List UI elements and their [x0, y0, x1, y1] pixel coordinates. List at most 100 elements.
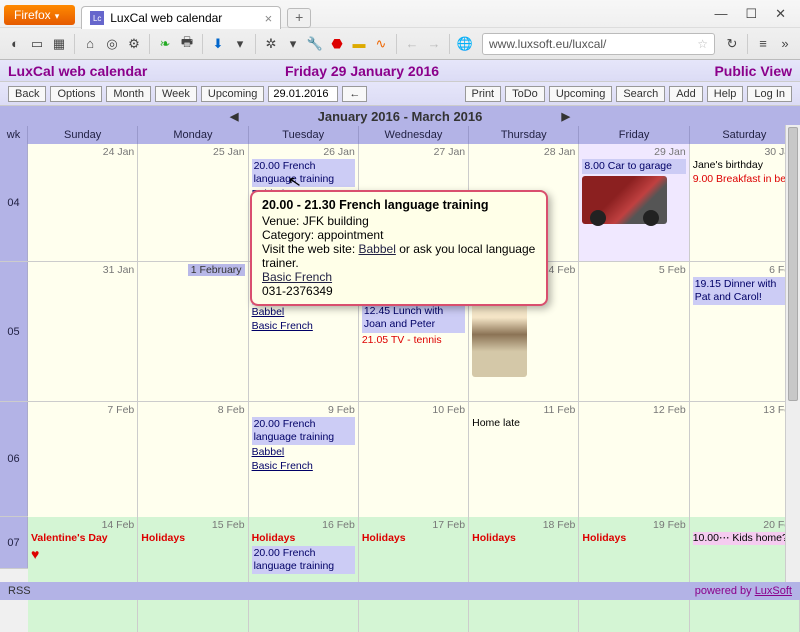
- calendar-day[interactable]: 20 Feb10.00⋯ Kids home?: [690, 517, 800, 632]
- browser-tab[interactable]: Lc LuxCal web calendar ×: [81, 6, 281, 29]
- reader-icon[interactable]: ▭: [28, 35, 46, 53]
- calendar-event[interactable]: 19.15 Dinner with Pat and Carol!: [693, 277, 796, 305]
- goto-date-button[interactable]: ←: [342, 86, 367, 102]
- week-number: 06: [0, 402, 28, 516]
- calendar-event[interactable]: Basic French: [252, 320, 355, 333]
- calendar-day[interactable]: 1 February: [138, 262, 248, 401]
- rss-icon[interactable]: ∿: [372, 35, 390, 53]
- options-button[interactable]: Options: [50, 86, 102, 102]
- calendar-day[interactable]: 7 Feb: [28, 402, 138, 517]
- upcoming-button[interactable]: Upcoming: [201, 86, 265, 102]
- calendar-event[interactable]: Holidays: [362, 532, 465, 545]
- calendar-event[interactable]: 9.00 Breakfast in bed!: [693, 173, 796, 186]
- calendar-day[interactable]: 17 FebHolidays: [359, 517, 469, 632]
- calendar-event[interactable]: Babbel: [252, 306, 355, 319]
- month-button[interactable]: Month: [106, 86, 151, 102]
- calendar-day[interactable]: 10 Feb: [359, 402, 469, 517]
- target-icon[interactable]: ◎: [103, 35, 121, 53]
- calendar-event[interactable]: 10.00⋯ Kids home?: [693, 532, 796, 545]
- calendar-day[interactable]: 31 Jan: [28, 262, 138, 401]
- public-view-label[interactable]: Public View: [714, 63, 792, 79]
- date-label: 7 Feb: [31, 404, 134, 416]
- next-range-button[interactable]: ▶: [562, 110, 570, 123]
- login-button[interactable]: Log In: [747, 86, 792, 102]
- calendar-day[interactable]: 5 Feb: [579, 262, 689, 401]
- calendar-day[interactable]: 19 FebHolidays: [579, 517, 689, 632]
- calendar-event[interactable]: Valentine's Day: [31, 532, 134, 545]
- calendar-event[interactable]: 20.00 French language training: [252, 546, 355, 574]
- bookmark-star-icon[interactable]: ☆: [697, 37, 708, 51]
- week-button[interactable]: Week: [155, 86, 197, 102]
- calendar-day[interactable]: 13 Feb: [690, 402, 800, 517]
- luxsoft-link[interactable]: LuxSoft: [755, 585, 792, 597]
- rss-link[interactable]: RSS: [8, 585, 31, 597]
- calendar-event[interactable]: Basic French: [252, 460, 355, 473]
- tiles-icon[interactable]: ▦: [50, 35, 68, 53]
- day-header: Tuesday: [249, 126, 359, 144]
- calendar-day[interactable]: 8 Feb: [138, 402, 248, 517]
- settings-icon[interactable]: ✲: [262, 35, 280, 53]
- calendar-day[interactable]: 24 Jan: [28, 144, 138, 261]
- calendar-event[interactable]: Holidays: [141, 532, 244, 545]
- calendar-event[interactable]: 21.05 TV - tennis: [362, 334, 465, 347]
- range-label: January 2016 - March 2016: [318, 109, 483, 124]
- nav-back-button[interactable]: ←: [403, 35, 421, 53]
- folder-icon[interactable]: ▬: [350, 35, 368, 53]
- todo-button[interactable]: ToDo: [505, 86, 545, 102]
- print-button[interactable]: Print: [465, 86, 502, 102]
- close-window-button[interactable]: ✕: [775, 6, 786, 22]
- maximize-button[interactable]: ☐: [745, 6, 757, 22]
- calendar-day[interactable]: 30 JanJane's birthday9.00 Breakfast in b…: [690, 144, 800, 261]
- calendar-event[interactable]: Babbel: [252, 446, 355, 459]
- help-button[interactable]: Help: [707, 86, 744, 102]
- back-button[interactable]: Back: [8, 86, 46, 102]
- calendar-event[interactable]: 20.00 French language training: [252, 159, 355, 187]
- firefox-menu-button[interactable]: Firefox: [4, 5, 75, 25]
- nav-forward-button[interactable]: →: [425, 35, 443, 53]
- calendar-event[interactable]: Jane's birthday: [693, 159, 796, 172]
- pocket-icon[interactable]: ◐: [6, 35, 24, 53]
- scrollbar[interactable]: [785, 125, 800, 582]
- url-input[interactable]: www.luxsoft.eu/luxcal/ ☆: [482, 33, 715, 55]
- calendar-day[interactable]: 16 FebHolidays20.00 French language trai…: [249, 517, 359, 632]
- calendar-day[interactable]: 11 FebHome late: [469, 402, 579, 517]
- calendar-event[interactable]: 8.00 Car to garage: [582, 159, 685, 174]
- calendar-day[interactable]: 15 FebHolidays: [138, 517, 248, 632]
- tooltip-link1[interactable]: Babbel: [359, 242, 396, 256]
- calendar-day[interactable]: 25 Jan: [138, 144, 248, 261]
- calendar-event[interactable]: 12.45 Lunch with Joan and Peter: [362, 304, 465, 332]
- leaf-icon[interactable]: ❧: [156, 35, 174, 53]
- date-input[interactable]: [268, 86, 338, 102]
- more-icon[interactable]: »: [776, 35, 794, 53]
- gear-icon[interactable]: ⚙: [125, 35, 143, 53]
- calendar-day[interactable]: 18 FebHolidays: [469, 517, 579, 632]
- stop-icon[interactable]: ⬣: [328, 35, 346, 53]
- calendar-day[interactable]: 6 Feb19.15 Dinner with Pat and Carol!: [690, 262, 800, 401]
- calendar-day[interactable]: 29 Jan8.00 Car to garage: [579, 144, 689, 261]
- calendar-event[interactable]: Holidays: [472, 532, 575, 545]
- reload-button[interactable]: ↻: [723, 35, 741, 53]
- add-button[interactable]: Add: [669, 86, 703, 102]
- date-label: 9 Feb: [252, 404, 355, 416]
- tab-close-button[interactable]: ×: [265, 11, 273, 26]
- dropdown-icon[interactable]: ▾: [231, 35, 249, 53]
- search-button[interactable]: Search: [616, 86, 665, 102]
- calendar-day[interactable]: 9 Feb20.00 French language trainingBabbe…: [249, 402, 359, 517]
- calendar-event[interactable]: Holidays: [582, 532, 685, 545]
- menu-icon[interactable]: ≡: [754, 35, 772, 53]
- tooltip-link2[interactable]: Basic French: [262, 270, 332, 284]
- new-tab-button[interactable]: +: [287, 8, 311, 28]
- download-icon[interactable]: ⬇: [209, 35, 227, 53]
- calendar-day[interactable]: 12 Feb: [579, 402, 689, 517]
- calendar-event[interactable]: 20.00 French language training: [252, 417, 355, 445]
- wrench-icon[interactable]: 🔧: [306, 35, 324, 53]
- calendar-event[interactable]: Home late: [472, 417, 575, 430]
- calendar-day[interactable]: 14 FebValentine's Day♥: [28, 517, 138, 632]
- prev-range-button[interactable]: ◀: [230, 110, 238, 123]
- minimize-button[interactable]: —: [714, 6, 727, 22]
- calendar-event[interactable]: Holidays: [252, 532, 355, 545]
- home-icon[interactable]: ⌂: [81, 35, 99, 53]
- print-icon[interactable]: 🖶: [178, 35, 196, 53]
- dropdown2-icon[interactable]: ▾: [284, 35, 302, 53]
- upcoming2-button[interactable]: Upcoming: [549, 86, 613, 102]
